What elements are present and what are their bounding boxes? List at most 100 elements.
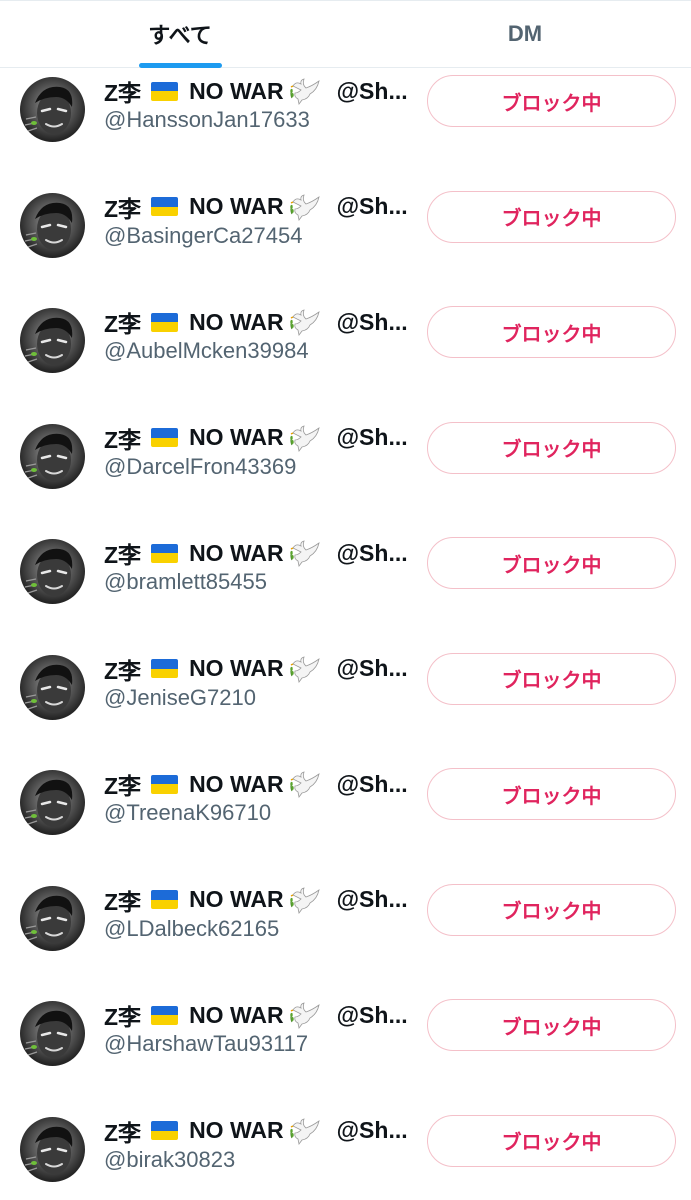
list-item[interactable]: Z李 NO WAR @Sh ... @BasingerCa27454 ブロック中 [0, 161, 691, 277]
avatar-face-icon [24, 202, 73, 250]
avatar[interactable] [20, 1001, 85, 1066]
display-name[interactable]: Z李 NO WAR @Sh ... [104, 422, 416, 454]
display-name-prefix: Z李 [104, 311, 142, 337]
display-name-suffix: @Sh [336, 193, 389, 219]
avatar[interactable] [20, 539, 85, 604]
ukraine-flag-icon [151, 543, 179, 563]
avatar[interactable] [20, 77, 85, 142]
display-name[interactable]: Z李 NO WAR @Sh ... [104, 191, 416, 223]
dove-olive-branch-icon [289, 1001, 322, 1029]
username: @LDalbeck62165 [104, 915, 280, 941]
display-name[interactable]: Z李 NO WAR @Sh ... [104, 884, 416, 916]
blocked-button[interactable]: ブロック中 [427, 190, 676, 243]
avatar[interactable] [20, 1116, 85, 1182]
avatar[interactable] [20, 885, 85, 951]
avatar[interactable] [20, 192, 85, 258]
avatar-face-icon [24, 1126, 73, 1174]
avatar[interactable] [20, 770, 85, 835]
display-name[interactable]: Z李 NO WAR @Sh ... [104, 537, 416, 569]
display-name-ellipsis: ... [388, 770, 408, 797]
display-name-suffix: @Sh [336, 424, 389, 450]
ukraine-flag-icon [151, 428, 179, 447]
display-name-ellipsis: ... [388, 1001, 408, 1028]
blocked-button[interactable]: ブロック中 [427, 999, 676, 1051]
username: @TreenaK96710 [104, 800, 272, 825]
ukraine-flag-icon [151, 774, 179, 794]
list-item[interactable]: Z李 NO WAR @Sh ... @DarcelFron43369 ブロック中 [0, 392, 691, 508]
display-name-middle: NO WAR [189, 655, 284, 681]
display-name-suffix: @Sh [336, 308, 389, 335]
ukraine-flag-icon [151, 890, 179, 909]
display-name-suffix: @Sh [336, 1001, 389, 1028]
username: @BasingerCa27454 [104, 222, 303, 248]
avatar[interactable] [20, 423, 85, 489]
list-item[interactable]: Z李 NO WAR @Sh ... @birak30823 ブロック中 [0, 1085, 691, 1200]
list-item[interactable]: Z李 NO WAR @Sh ... @bramlett85455 ブロック中 [0, 507, 691, 623]
display-name-suffix: @Sh [336, 770, 389, 797]
active-tab-indicator [139, 63, 222, 68]
display-name[interactable]: Z李 NO WAR @Sh ... [104, 768, 416, 800]
blocked-button[interactable]: ブロック中 [427, 537, 676, 589]
list-item[interactable]: Z李 NO WAR @Sh ... @TreenaK96710 ブロック中 [0, 738, 691, 854]
tab-all[interactable]: すべて [60, 1, 300, 67]
avatar-face-icon [24, 1010, 73, 1058]
blocked-accounts-list: Z李 NO WAR @Sh ... @HanssonJan17633 ブロック中 [0, 45, 691, 1200]
display-name[interactable]: Z李 NO WAR @Sh ... [104, 999, 416, 1031]
ukraine-flag-icon [151, 197, 179, 216]
display-name-ellipsis: ... [388, 886, 408, 912]
dove-olive-branch-icon [289, 886, 322, 914]
display-name-prefix: Z李 [104, 426, 142, 453]
display-name-ellipsis: ... [388, 1117, 408, 1143]
display-name-middle: NO WAR [189, 308, 284, 335]
avatar[interactable] [20, 654, 85, 720]
username: @bramlett85455 [104, 569, 267, 594]
blocked-button[interactable]: ブロック中 [427, 421, 676, 474]
avatar-face-icon [24, 317, 73, 365]
blocked-button[interactable]: ブロック中 [427, 75, 676, 127]
tab-dm[interactable]: DM [405, 1, 645, 67]
ukraine-flag-icon [151, 312, 179, 332]
avatar-face-icon [24, 548, 73, 596]
username: @JeniseG7210 [104, 684, 256, 710]
display-name-prefix: Z李 [104, 773, 142, 799]
display-name[interactable]: Z李 NO WAR @Sh ... [104, 75, 416, 107]
list-item[interactable]: Z李 NO WAR @Sh ... @HarshawTau93117 ブロック中 [0, 969, 691, 1085]
display-name-suffix: @Sh [336, 539, 389, 566]
list-item[interactable]: Z李 NO WAR @Sh ... @LDalbeck62165 ブロック中 [0, 854, 691, 970]
dove-olive-branch-icon [289, 655, 322, 683]
username: @HanssonJan17633 [104, 107, 310, 132]
blocked-button[interactable]: ブロック中 [427, 306, 676, 358]
blocked-button[interactable]: ブロック中 [427, 883, 676, 936]
avatar-face-icon [24, 433, 73, 481]
display-name[interactable]: Z李 NO WAR @Sh ... [104, 1115, 416, 1147]
list-item[interactable]: Z李 NO WAR @Sh ... @AubelMcken39984 ブロック中 [0, 276, 691, 392]
username: @DarcelFron43369 [104, 453, 297, 479]
ukraine-flag-icon [151, 1121, 179, 1140]
dove-olive-branch-icon [289, 77, 322, 105]
tab-bar: すべて DM [0, 0, 691, 68]
blocked-button[interactable]: ブロック中 [427, 768, 676, 820]
display-name[interactable]: Z李 NO WAR @Sh ... [104, 653, 416, 685]
blocked-button[interactable]: ブロック中 [427, 1114, 676, 1167]
username: @AubelMcken39984 [104, 338, 309, 363]
display-name-middle: NO WAR [189, 193, 284, 219]
username: @HarshawTau93117 [104, 1031, 309, 1056]
display-name-prefix: Z李 [104, 657, 142, 684]
blocked-button[interactable]: ブロック中 [427, 652, 676, 705]
avatar-face-icon [24, 86, 73, 134]
display-name-middle: NO WAR [189, 424, 284, 450]
display-name-middle: NO WAR [189, 1001, 284, 1028]
display-name-middle: NO WAR [189, 1117, 284, 1143]
display-name-prefix: Z李 [104, 1119, 142, 1146]
display-name-prefix: Z李 [104, 195, 142, 222]
display-name-suffix: @Sh [336, 886, 389, 912]
ukraine-flag-icon [151, 1005, 179, 1025]
dove-olive-branch-icon [289, 1117, 322, 1145]
avatar-face-icon [24, 779, 73, 827]
display-name-prefix: Z李 [104, 888, 142, 915]
username: @birak30823 [104, 1146, 236, 1172]
ukraine-flag-icon [151, 81, 179, 101]
list-item[interactable]: Z李 NO WAR @Sh ... @JeniseG7210 ブロック中 [0, 623, 691, 739]
avatar[interactable] [20, 308, 85, 373]
display-name[interactable]: Z李 NO WAR @Sh ... [104, 306, 416, 338]
